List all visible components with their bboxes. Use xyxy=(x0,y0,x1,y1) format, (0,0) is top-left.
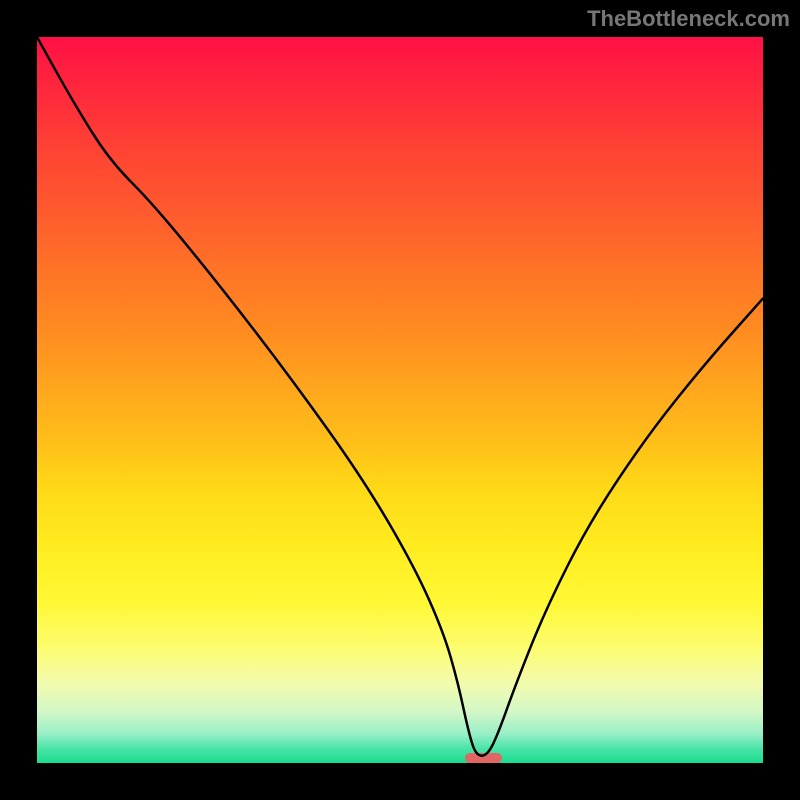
curve-path xyxy=(37,37,763,756)
watermark-text: TheBottleneck.com xyxy=(587,6,790,32)
bottleneck-curve xyxy=(37,37,763,763)
chart-frame: TheBottleneck.com xyxy=(0,0,800,800)
plot-area xyxy=(37,37,763,763)
